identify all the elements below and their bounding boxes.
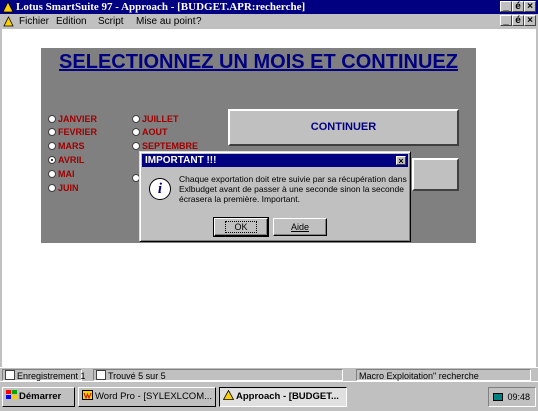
secondary-button[interactable] xyxy=(412,158,459,191)
info-icon: i xyxy=(149,178,171,200)
radio-aout[interactable]: AOUT xyxy=(132,126,168,138)
maximize-button[interactable]: é xyxy=(512,1,524,12)
dialog-close-button[interactable]: × xyxy=(396,156,406,166)
month-label: SEPTEMBRE xyxy=(142,141,199,151)
month-label: MAI xyxy=(58,169,75,179)
help-button[interactable]: Aide xyxy=(273,218,327,236)
radio-fevrier[interactable]: FEVRIER xyxy=(48,126,97,138)
help-label: Aide xyxy=(290,222,309,232)
word-pro-icon xyxy=(82,390,93,400)
menu-mise-au-point[interactable]: Mise au point xyxy=(136,15,195,28)
task-label: Approach - [BUDGET... xyxy=(236,391,339,402)
found-indicator[interactable]: Trouvé 5 sur 5 xyxy=(93,369,343,381)
radio-juillet[interactable]: JUILLET xyxy=(132,113,179,125)
macro-label: Macro Exploitation" recherche xyxy=(359,371,479,381)
doc-maximize-button[interactable]: é xyxy=(512,15,524,26)
menu-script[interactable]: Script xyxy=(98,15,124,28)
network-icon[interactable] xyxy=(493,392,503,402)
ok-label: OK xyxy=(225,221,257,233)
doc-close-button[interactable]: × xyxy=(524,15,536,26)
radio-button[interactable] xyxy=(132,115,140,123)
dialog-title: IMPORTANT !!! xyxy=(145,155,217,166)
minimize-button[interactable]: _ xyxy=(500,1,512,12)
start-button[interactable]: Démarrer xyxy=(2,387,75,407)
task-approach[interactable]: Approach - [BUDGET... xyxy=(219,387,347,407)
clock-time: 09:48 xyxy=(507,392,530,402)
important-dialog: IMPORTANT !!! × i Chaque exportation doi… xyxy=(139,151,411,242)
radio-button-selected[interactable] xyxy=(48,156,56,164)
task-word-pro[interactable]: Word Pro - [SYLEXLCOM... xyxy=(78,387,216,407)
start-label: Démarrer xyxy=(19,391,62,402)
doc-minimize-button[interactable]: _ xyxy=(500,15,512,26)
record-label: Enregistrement 1 xyxy=(17,371,86,381)
radio-button[interactable] xyxy=(48,170,56,178)
macro-indicator[interactable]: Macro Exploitation" recherche xyxy=(356,369,531,381)
month-label: FEVRIER xyxy=(58,127,98,137)
windows-logo-icon xyxy=(6,390,17,399)
status-bar: Enregistrement 1 Trouvé 5 sur 5 Macro Ex… xyxy=(0,367,538,381)
found-icon xyxy=(96,370,106,380)
form-heading: SELECTIONNEZ UN MOIS ET CONTINUEZ xyxy=(59,51,458,73)
radio-button[interactable] xyxy=(132,142,140,150)
window-frame-left xyxy=(0,29,2,381)
window-title: Lotus SmartSuite 97 - Approach - [BUDGET… xyxy=(16,1,306,13)
found-label: Trouvé 5 sur 5 xyxy=(108,371,166,381)
radio-button[interactable] xyxy=(132,128,140,136)
month-label: AVRIL xyxy=(58,155,85,165)
month-label: AOUT xyxy=(142,127,168,137)
month-label: JUIN xyxy=(58,183,79,193)
continue-button[interactable]: CONTINUER xyxy=(228,109,459,146)
radio-janvier[interactable]: JANVIER xyxy=(48,113,97,125)
taskbar: Démarrer Word Pro - [SYLEXLCOM... Approa… xyxy=(0,381,538,411)
record-nav-icon xyxy=(5,370,15,380)
radio-button[interactable] xyxy=(48,115,56,123)
radio-button[interactable] xyxy=(48,142,56,150)
dialog-title-bar[interactable]: IMPORTANT !!! × xyxy=(142,154,408,167)
radio-button[interactable] xyxy=(48,184,56,192)
menu-help[interactable]: ? xyxy=(196,15,202,28)
record-indicator[interactable]: Enregistrement 1 xyxy=(2,369,86,381)
document-icon[interactable] xyxy=(3,16,14,27)
radio-mai[interactable]: MAI xyxy=(48,168,75,180)
month-label: MARS xyxy=(58,141,85,151)
month-label: JANVIER xyxy=(58,114,98,124)
radio-juin[interactable]: JUIN xyxy=(48,182,79,194)
dialog-message: Chaque exportation doit etre suivie par … xyxy=(179,174,407,204)
menu-fichier[interactable]: Fichier xyxy=(19,15,49,28)
radio-avril[interactable]: AVRIL xyxy=(48,154,84,166)
radio-button[interactable] xyxy=(48,128,56,136)
ok-button[interactable]: OK xyxy=(213,217,269,237)
radio-mars[interactable]: MARS xyxy=(48,140,85,152)
menu-bar: Fichier Edition Script Mise au point ? _… xyxy=(0,14,538,29)
approach-task-icon xyxy=(223,390,234,400)
close-button[interactable]: × xyxy=(524,1,536,12)
window-title-bar[interactable]: Lotus SmartSuite 97 - Approach - [BUDGET… xyxy=(0,0,538,14)
task-label: Word Pro - [SYLEXLCOM... xyxy=(95,391,213,402)
month-label: JUILLET xyxy=(142,114,179,124)
menu-edition[interactable]: Edition xyxy=(56,15,87,28)
system-tray: 09:48 xyxy=(488,387,536,407)
approach-app-icon xyxy=(2,1,14,13)
